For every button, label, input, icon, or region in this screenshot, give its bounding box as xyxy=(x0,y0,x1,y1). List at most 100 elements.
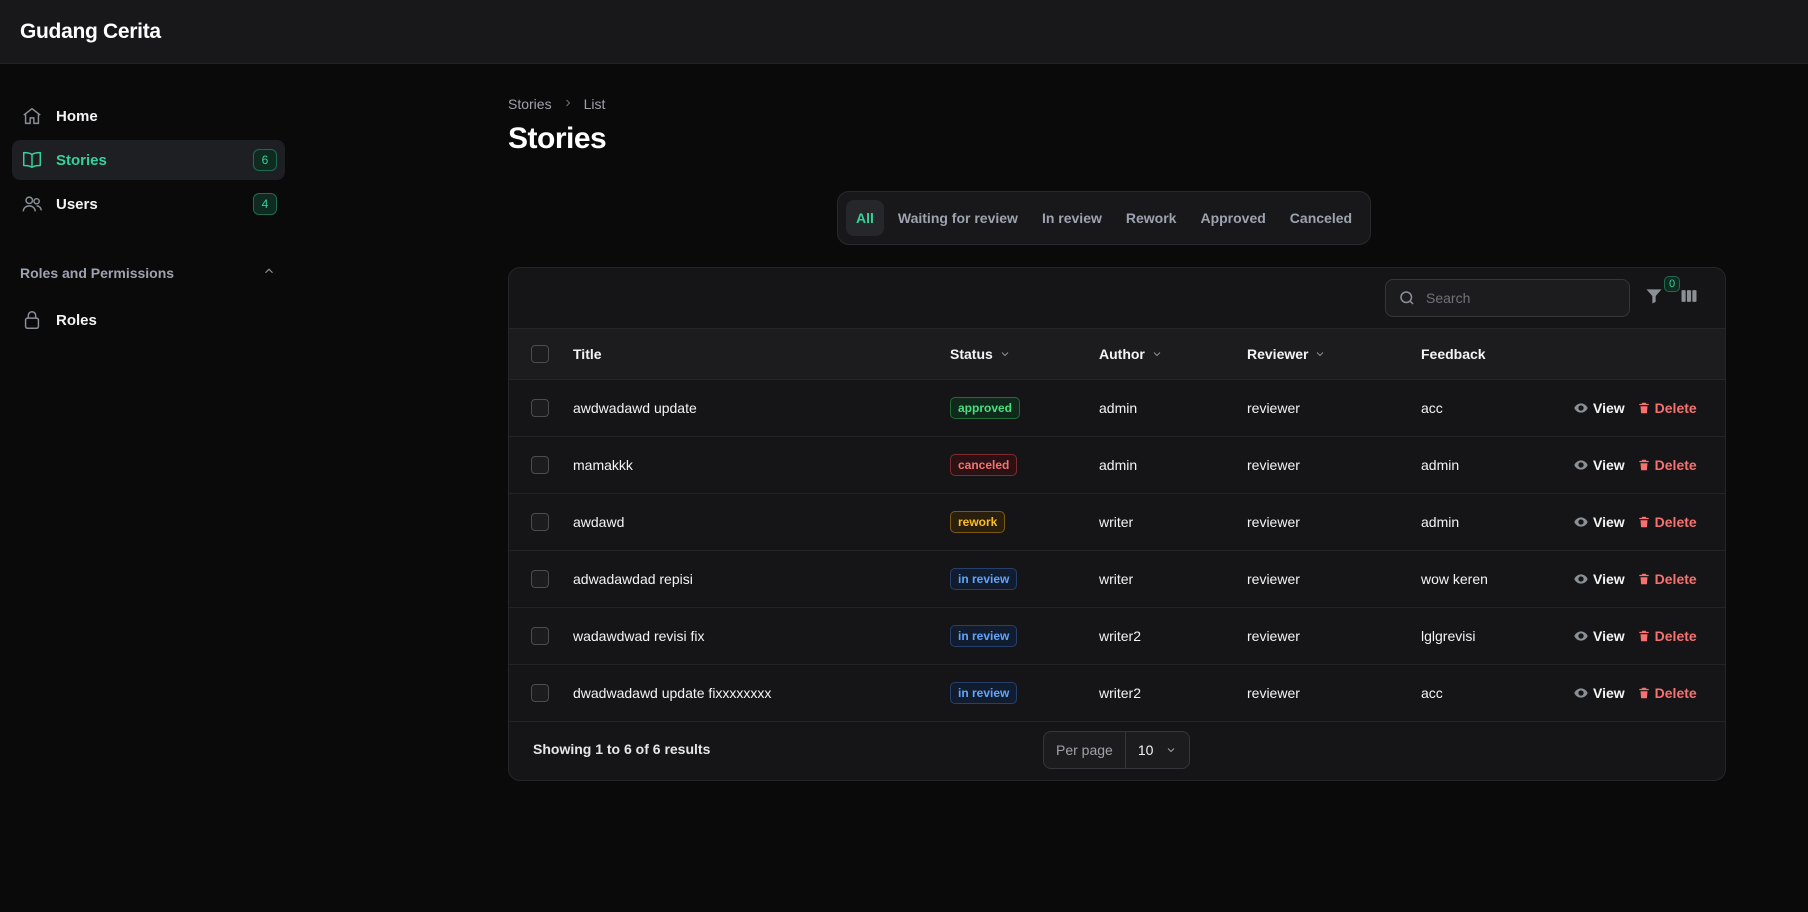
cell-feedback: admin xyxy=(1421,513,1460,530)
view-button[interactable]: View xyxy=(1573,685,1625,701)
tab-all[interactable]: All xyxy=(846,200,884,236)
sidebar-item-stories[interactable]: Stories 6 xyxy=(12,140,285,180)
cell-title: wadawdwad revisi fix xyxy=(573,627,705,644)
chevron-down-icon xyxy=(1168,748,1175,753)
cell-author: writer2 xyxy=(1099,684,1142,701)
app-title[interactable]: Gudang Cerita xyxy=(20,20,161,44)
eye-icon xyxy=(1574,402,1588,413)
tab-rework[interactable]: Rework xyxy=(1116,200,1187,236)
sidebar-item-home[interactable]: Home xyxy=(12,96,285,136)
home-icon xyxy=(20,104,44,128)
cell-feedback: lglgrevisi xyxy=(1421,627,1476,644)
cell-feedback: admin xyxy=(1421,456,1460,473)
tab-approved[interactable]: Approved xyxy=(1190,200,1275,236)
column-reviewer: Reviewer xyxy=(1247,345,1309,362)
delete-label: Delete xyxy=(1654,513,1697,530)
status-badge: in review xyxy=(950,624,1018,647)
search-icon xyxy=(1398,289,1416,307)
view-button[interactable]: View xyxy=(1573,400,1625,416)
cell-author: admin xyxy=(1099,456,1138,473)
table-footer: Showing 1 to 6 of 6 results Per page 10 xyxy=(509,719,1725,780)
table-row[interactable]: adwadawdad repisi in review writer revie… xyxy=(509,550,1725,607)
count-badge: 6 xyxy=(253,149,277,171)
per-page-value-wrap[interactable]: 10 xyxy=(1126,742,1190,758)
chevron-down-icon xyxy=(1153,351,1161,356)
nav-group-roles-and-permissions[interactable]: Roles and Permissions xyxy=(20,264,276,281)
table-toolbar: 0 xyxy=(509,268,1725,329)
cell-reviewer: reviewer xyxy=(1247,570,1300,587)
delete-button[interactable]: Delete xyxy=(1637,514,1697,530)
stories-table: Title Status Author Reviewer Feedback aw… xyxy=(509,329,1725,722)
filter-count-badge: 0 xyxy=(1664,276,1680,292)
filter-icon[interactable] xyxy=(1644,286,1666,308)
table-row[interactable]: mamakkk canceled admin reviewer admin Vi… xyxy=(509,436,1725,493)
view-button[interactable]: View xyxy=(1573,571,1625,587)
stories-table-card: 0 Title Status xyxy=(508,267,1726,781)
trash-icon xyxy=(1638,459,1649,470)
cell-feedback: wow keren xyxy=(1421,570,1488,587)
sidebar-item-label: Users xyxy=(56,195,98,213)
view-label: View xyxy=(1593,684,1625,701)
row-checkbox[interactable] xyxy=(531,398,549,417)
row-checkbox[interactable] xyxy=(531,683,549,702)
sidebar-item-roles[interactable]: Roles xyxy=(12,300,285,340)
per-page-select[interactable]: Per page 10 xyxy=(1043,731,1191,769)
view-button[interactable]: View xyxy=(1573,628,1625,644)
view-label: View xyxy=(1593,456,1625,473)
tab-waiting-for-review[interactable]: Waiting for review xyxy=(888,200,1028,236)
chevron-down-icon xyxy=(1317,351,1324,356)
eye-icon xyxy=(1574,573,1588,584)
delete-button[interactable]: Delete xyxy=(1637,685,1697,701)
cell-author: writer xyxy=(1099,570,1134,587)
table-row[interactable]: wadawdwad revisi fix in review writer2 r… xyxy=(509,607,1725,664)
delete-label: Delete xyxy=(1654,627,1697,644)
trash-icon xyxy=(1638,573,1649,584)
column-feedback: Feedback xyxy=(1421,345,1486,362)
column-title: Title xyxy=(573,345,602,362)
delete-label: Delete xyxy=(1654,684,1697,701)
table-row[interactable]: dwadwadawd update fixxxxxxxx in review w… xyxy=(509,664,1725,721)
row-checkbox[interactable] xyxy=(531,569,549,588)
chevron-up-icon xyxy=(262,264,276,281)
view-button[interactable]: View xyxy=(1573,457,1625,473)
column-author: Author xyxy=(1099,345,1145,362)
tab-in-review[interactable]: In review xyxy=(1032,200,1112,236)
delete-button[interactable]: Delete xyxy=(1637,571,1697,587)
column-status-sort[interactable]: Status xyxy=(950,346,1011,362)
select-all-checkbox[interactable] xyxy=(531,344,549,363)
view-label: View xyxy=(1593,627,1625,644)
status-badge: rework xyxy=(950,510,1006,533)
search-input[interactable] xyxy=(1426,290,1616,306)
tab-canceled[interactable]: Canceled xyxy=(1280,200,1362,236)
view-button[interactable]: View xyxy=(1573,514,1625,530)
cell-author: writer xyxy=(1099,513,1134,530)
row-checkbox[interactable] xyxy=(531,455,549,474)
book-icon xyxy=(20,148,44,172)
column-reviewer-sort[interactable]: Reviewer xyxy=(1247,346,1326,362)
eye-icon xyxy=(1574,516,1588,527)
row-checkbox[interactable] xyxy=(531,512,549,531)
table-row[interactable]: awdawd rework writer reviewer admin View… xyxy=(509,493,1725,550)
delete-label: Delete xyxy=(1654,399,1697,416)
eye-icon xyxy=(1574,687,1588,698)
sidebar-item-label: Roles xyxy=(56,311,97,329)
status-badge: in review xyxy=(950,567,1018,590)
row-checkbox[interactable] xyxy=(531,626,549,645)
sidebar-item-users[interactable]: Users 4 xyxy=(12,184,285,224)
columns-icon[interactable] xyxy=(1679,286,1701,308)
cell-title: dwadwadawd update fixxxxxxxx xyxy=(573,684,772,701)
column-author-sort[interactable]: Author xyxy=(1099,346,1163,362)
delete-button[interactable]: Delete xyxy=(1637,628,1697,644)
trash-icon xyxy=(1638,402,1649,413)
delete-button[interactable]: Delete xyxy=(1637,400,1697,416)
delete-button[interactable]: Delete xyxy=(1637,457,1697,473)
table-row[interactable]: awdwadawd update approved admin reviewer… xyxy=(509,379,1725,436)
status-tabs: All Waiting for review In review Rework … xyxy=(837,191,1372,245)
view-label: View xyxy=(1593,513,1625,530)
cell-reviewer: reviewer xyxy=(1247,513,1300,530)
page-title: Stories xyxy=(508,122,607,155)
breadcrumb-stories[interactable]: Stories xyxy=(508,96,552,112)
cell-reviewer: reviewer xyxy=(1247,456,1300,473)
table-header-row: Title Status Author Reviewer Feedback xyxy=(509,329,1725,379)
trash-icon xyxy=(1638,630,1649,641)
